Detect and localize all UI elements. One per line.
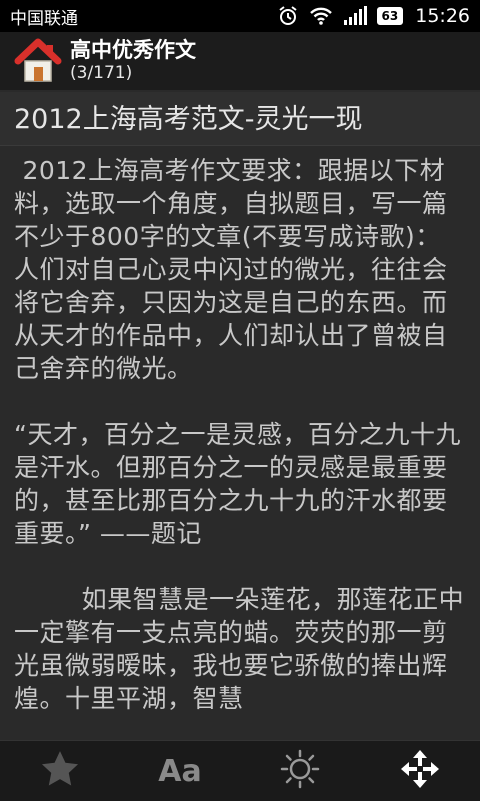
- paragraph: 如果智慧是一朵莲花，那莲花正中一定擎有一支点亮的蜡。荧荧的那一剪光虽微弱暧昧，我…: [14, 585, 465, 713]
- font-size-button[interactable]: Aa: [150, 741, 210, 801]
- article-position: (3/171): [70, 63, 133, 83]
- brightness-button[interactable]: [270, 741, 330, 801]
- favorite-button[interactable]: [30, 741, 90, 801]
- clock: 15:26: [415, 5, 470, 27]
- status-icons: 63 15:26: [277, 5, 470, 27]
- brightness-icon: [279, 748, 321, 794]
- paragraph: 2012上海高考作文要求：跟据以下材料，选取一个角度，自拟题目，写一篇不少于80…: [14, 156, 448, 383]
- article-title: 2012上海高考范文-灵光一现: [0, 92, 480, 146]
- bottom-toolbar: Aa: [0, 740, 480, 801]
- battery-icon: 63: [376, 7, 404, 25]
- article-content[interactable]: 2012上海高考作文要求：跟据以下材料，选取一个角度，自拟题目，写一篇不少于80…: [0, 148, 480, 740]
- carrier-name: 中国联通: [10, 8, 78, 29]
- font-size-icon: Aa: [158, 753, 202, 789]
- app-title: 高中优秀作文: [70, 38, 196, 62]
- status-bar: 中国联通 63 15:26: [0, 0, 480, 32]
- wifi-icon: [309, 6, 333, 26]
- alarm-icon: [277, 5, 299, 27]
- signal-icon: [343, 6, 367, 26]
- header-titles: 高中优秀作文 (3/171): [70, 38, 196, 84]
- star-icon: [39, 748, 81, 794]
- fullscreen-icon: [399, 748, 441, 794]
- paragraph: “天才，百分之一是灵感，百分之九十九是汗水。但那百分之一的灵感是最重要的，甚至比…: [14, 420, 461, 548]
- app-header: 高中优秀作文 (3/171): [0, 32, 480, 90]
- home-icon[interactable]: [14, 37, 62, 85]
- fullscreen-button[interactable]: [390, 741, 450, 801]
